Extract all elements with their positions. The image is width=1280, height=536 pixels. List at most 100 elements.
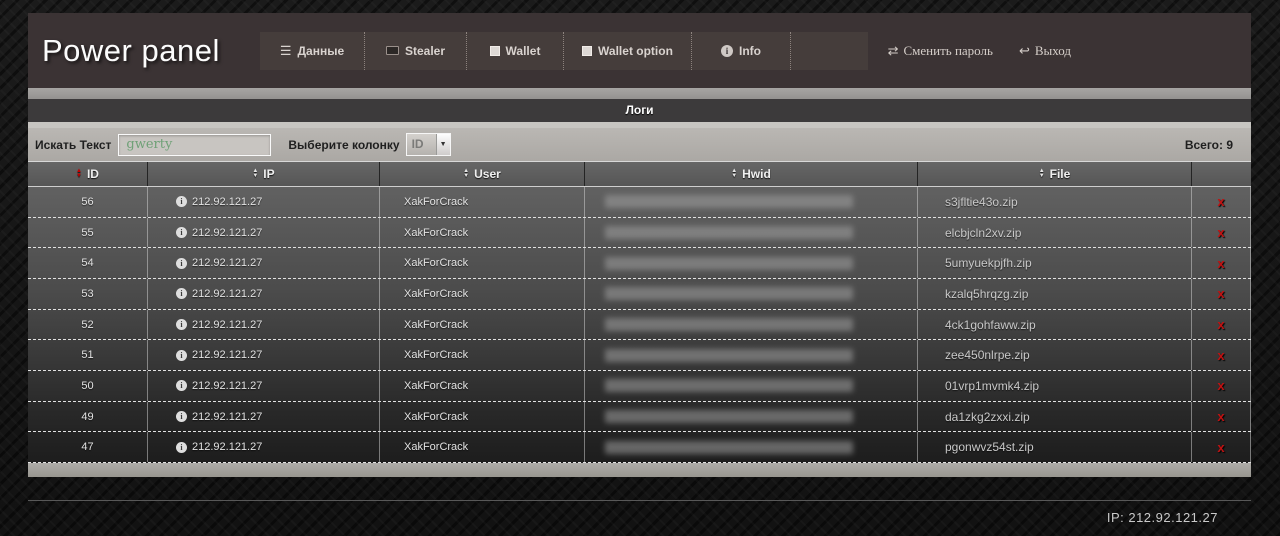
cell-hwid — [585, 340, 918, 371]
info-icon[interactable]: i — [176, 349, 187, 361]
cell-ip: i 212.92.121.27 — [148, 248, 380, 279]
column-select[interactable]: ID ▼ — [405, 133, 451, 156]
ip-value: 212.92.121.27 — [192, 226, 263, 239]
nav-item-wallet[interactable]: Wallet — [466, 31, 563, 70]
table-header-row: ▲ ▼ ID ▲ ▼ IP ▲ ▼ User ▲ ▼ Hwid ▲ ▼ File — [28, 161, 1251, 187]
delete-button[interactable]: x — [1217, 348, 1224, 363]
cell-id: 54 — [28, 248, 148, 279]
app-title: Power panel — [42, 32, 220, 68]
cell-hwid — [585, 371, 918, 401]
cell-id: 50 — [28, 371, 148, 401]
cell-ip: i 212.92.121.27 — [148, 401, 380, 432]
column-header-label: File — [1049, 167, 1071, 181]
section-title: Логи — [28, 99, 1251, 122]
column-header-label: IP — [263, 167, 275, 181]
cell-file: kzalq5hrqzg.zip — [918, 279, 1192, 309]
info-icon[interactable]: i — [176, 380, 187, 392]
column-header-ip[interactable]: ▲ ▼ IP — [148, 162, 380, 186]
column-header-hwid[interactable]: ▲ ▼ Hwid — [585, 162, 918, 186]
nav-item-info[interactable]: i Info — [691, 31, 790, 70]
menu-icon: ☰ — [279, 42, 292, 58]
cell-user: XakForCrack — [380, 340, 585, 371]
cell-delete: x — [1192, 217, 1251, 248]
cell-hwid — [585, 187, 918, 217]
info-icon[interactable]: i — [176, 257, 187, 269]
total-count: Всего: 9 — [1184, 137, 1233, 152]
delete-button[interactable]: x — [1217, 256, 1224, 271]
cell-ip: i 212.92.121.27 — [148, 279, 380, 309]
cell-id: 49 — [28, 401, 148, 432]
column-header-user[interactable]: ▲ ▼ User — [380, 162, 585, 186]
cell-user: XakForCrack — [380, 279, 585, 309]
hwid-redacted — [605, 440, 853, 454]
delete-button[interactable]: x — [1217, 194, 1224, 209]
delete-button[interactable]: x — [1217, 409, 1224, 424]
delete-button[interactable]: x — [1217, 225, 1224, 240]
nav-item-stealer[interactable]: Stealer — [364, 31, 466, 70]
table-row: 51 i 212.92.121.27 XakForCrack zee450nlr… — [28, 340, 1251, 372]
delete-button[interactable]: x — [1217, 440, 1224, 455]
ip-value: 212.92.121.27 — [192, 379, 263, 392]
cell-hwid — [585, 432, 918, 463]
nav-item-empty — [790, 31, 868, 70]
wallet-icon — [489, 45, 500, 56]
info-icon: i — [721, 44, 733, 57]
divider-bar-top — [28, 88, 1251, 99]
change-password-label: Сменить пароль — [903, 42, 993, 58]
info-icon[interactable]: i — [176, 227, 187, 238]
info-icon[interactable]: i — [176, 319, 187, 331]
ip-value: 212.92.121.27 — [192, 257, 263, 270]
ip-value: 212.92.121.27 — [192, 195, 263, 208]
table-row: 47 i 212.92.121.27 XakForCrack pgonwvz54… — [28, 432, 1251, 464]
sort-icon: ▲ ▼ — [1038, 168, 1045, 179]
ip-value: 212.92.121.27 — [192, 287, 263, 300]
ip-value: 212.92.121.27 — [192, 318, 263, 331]
search-input[interactable] — [118, 133, 272, 156]
column-header-file[interactable]: ▲ ▼ File — [918, 162, 1192, 186]
header-actions: ⇄ Сменить пароль ↩ Выход — [888, 43, 1071, 59]
cell-delete: x — [1192, 309, 1251, 340]
delete-button[interactable]: x — [1217, 378, 1224, 393]
cell-ip: i 212.92.121.27 — [148, 340, 380, 371]
nav-item-dannye[interactable]: ☰ Данные — [260, 31, 364, 70]
footer-ip: IP: 212.92.121.27 — [1106, 510, 1218, 525]
ip-value: 212.92.121.27 — [192, 441, 263, 454]
cell-file: 01vrp1mvmk4.zip — [918, 371, 1192, 401]
column-header-label: ID — [86, 167, 99, 181]
cell-ip: i 212.92.121.27 — [148, 309, 380, 340]
column-header-actions — [1192, 162, 1251, 186]
info-icon[interactable]: i — [176, 196, 187, 208]
column-select-value: ID — [411, 137, 424, 151]
cell-delete: x — [1192, 401, 1251, 432]
cell-user: XakForCrack — [380, 309, 585, 340]
column-header-label: Hwid — [742, 167, 771, 181]
info-icon[interactable]: i — [176, 441, 187, 453]
hwid-redacted — [605, 348, 853, 362]
nav-item-wallet-option[interactable]: Wallet option — [563, 31, 691, 70]
cell-ip: i 212.92.121.27 — [148, 217, 380, 248]
cell-delete: x — [1192, 279, 1251, 309]
table-row: 55 i 212.92.121.27 XakForCrack elcbjcln2… — [28, 217, 1251, 249]
info-icon[interactable]: i — [176, 288, 187, 300]
nav-label: Wallet — [505, 43, 541, 58]
column-select-label: Выберите колонку — [288, 137, 400, 152]
cell-id: 47 — [28, 432, 148, 463]
table-row: 56 i 212.92.121.27 XakForCrack s3jfltie4… — [28, 187, 1251, 218]
info-icon[interactable]: i — [176, 411, 187, 423]
cell-hwid — [585, 309, 918, 340]
cell-file: 5umyuekpjfh.zip — [918, 248, 1192, 279]
cell-file: da1zkg2zxxi.zip — [918, 401, 1192, 432]
column-header-id[interactable]: ▲ ▼ ID — [28, 162, 148, 186]
cell-hwid — [585, 401, 918, 432]
cell-id: 56 — [28, 187, 148, 217]
hwid-redacted — [605, 287, 853, 301]
logout-button[interactable]: ↩ Выход — [1019, 43, 1071, 59]
delete-button[interactable]: x — [1217, 286, 1224, 301]
logout-icon: ↩ — [1018, 42, 1030, 58]
cell-user: XakForCrack — [380, 217, 585, 248]
nav-label: Stealer — [404, 43, 446, 58]
divider-bar-bottom — [28, 463, 1251, 477]
change-password-button[interactable]: ⇄ Сменить пароль — [888, 43, 993, 59]
delete-button[interactable]: x — [1217, 317, 1224, 332]
page-container: Power panel ☰ Данные Stealer Wallet Wall… — [28, 0, 1251, 525]
